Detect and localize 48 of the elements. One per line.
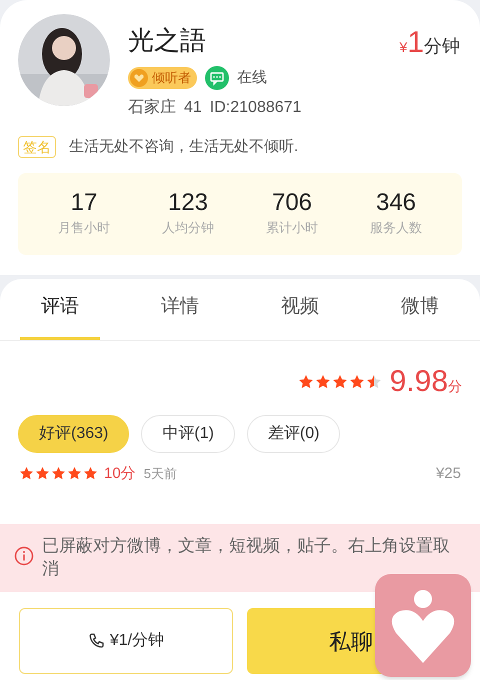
stat-value: 346: [376, 190, 416, 216]
tab[interactable]: 详情: [140, 278, 220, 340]
star-icon: [314, 374, 331, 390]
star-icon: [332, 374, 348, 390]
stat-label: 累计小时: [266, 218, 318, 237]
star-icon: [366, 374, 382, 390]
price-amount: 1: [407, 28, 424, 58]
review-time: 5天前: [144, 465, 177, 483]
stat-label: 月售小时: [58, 218, 110, 237]
stat-label: 人均分钟: [162, 218, 214, 237]
stat-label: 服务人数: [370, 218, 422, 237]
medal-icon: [129, 68, 149, 88]
user-id: ID:21088671: [210, 98, 302, 118]
phone-icon: [88, 632, 106, 650]
signature-tag: 签名: [18, 136, 56, 158]
price-currency: ¥: [400, 38, 408, 57]
stat-value: 123: [168, 190, 208, 216]
online-status: 在线: [237, 68, 267, 88]
filter-chip[interactable]: 差评(0): [246, 414, 340, 452]
rating-unit: 分: [448, 377, 462, 396]
star-icon: [83, 466, 98, 482]
filter-chip[interactable]: 好评(363): [18, 414, 130, 452]
price-unit: 分钟: [424, 35, 460, 58]
heart-app-icon[interactable]: [375, 574, 471, 677]
notice-text: 已屏蔽对方微博，文章，短视频，贴子。右上角设置取消: [42, 535, 451, 580]
rating-score: 9.98: [390, 364, 448, 398]
stat-value: 706: [272, 190, 312, 216]
tab[interactable]: 评语: [20, 278, 100, 340]
age-text: 41: [184, 98, 202, 118]
stat-value: 17: [70, 190, 98, 216]
star-icon: [298, 374, 314, 390]
info-icon: [14, 546, 34, 566]
call-button[interactable]: ¥1/分钟: [19, 608, 233, 674]
review-score: 10分: [104, 464, 136, 484]
review-price: ¥25: [436, 464, 461, 484]
location-text: 石家庄: [128, 98, 176, 118]
user-name: 光之語: [128, 24, 206, 56]
signature-text: 生活无处不咨询，生活无处不倾听.: [69, 137, 298, 157]
star-icon: [348, 374, 365, 390]
star-icon: [51, 466, 66, 482]
star-icon: [67, 466, 82, 482]
filter-chip[interactable]: 中评(1): [141, 414, 235, 452]
chat-button[interactable]: 私聊: [247, 608, 375, 674]
star-icon: [35, 466, 50, 482]
role-badge: 倾听者: [128, 67, 197, 89]
tab[interactable]: 微博: [380, 278, 460, 340]
tab[interactable]: 视频: [260, 278, 340, 340]
star-icon: [19, 466, 34, 482]
